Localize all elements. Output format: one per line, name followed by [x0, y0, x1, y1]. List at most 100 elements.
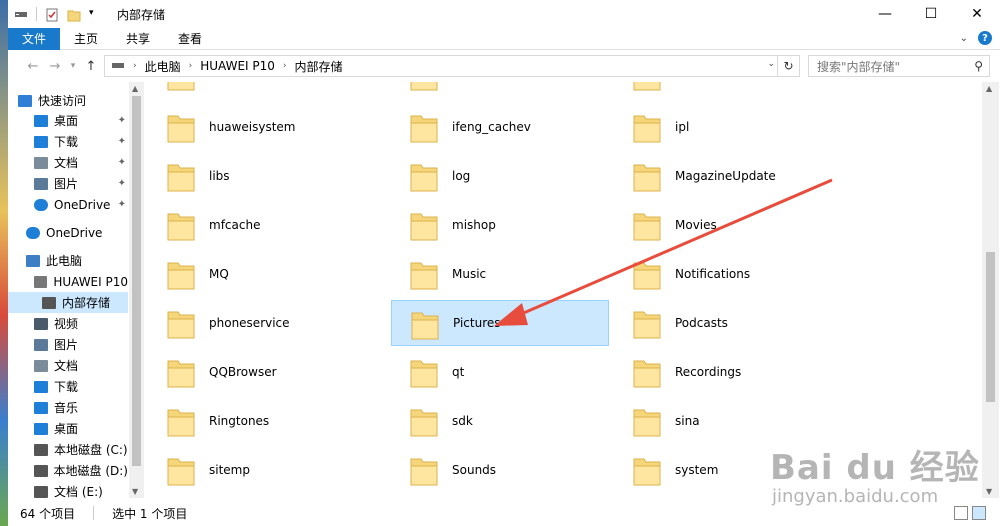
expand-ribbon-icon[interactable]: ⌄	[960, 33, 968, 44]
toolbar-separator	[36, 7, 37, 21]
sidebar-item[interactable]: 桌面	[8, 418, 128, 439]
folder-item[interactable]: mishop	[391, 202, 609, 248]
folder-item[interactable]: ipl	[614, 104, 832, 150]
folder-item[interactable]: sdk	[391, 398, 609, 444]
tab-view[interactable]: 查看	[164, 28, 216, 50]
content-scrollbar-thumb[interactable]	[986, 252, 995, 402]
folder-item[interactable]: MagazineUpdate	[614, 153, 832, 199]
sidebar-item-label: 文档	[54, 359, 79, 373]
customize-toolbar-icon[interactable]: ▾	[89, 8, 103, 20]
scroll-up-icon[interactable]: ▲	[132, 84, 138, 93]
folder-icon	[167, 311, 195, 339]
folder-item[interactable]: Recordings	[614, 349, 832, 395]
sidebar-item-label: 文档 (E:)	[54, 485, 103, 498]
folder-item[interactable]: ifeng_cachev	[391, 104, 609, 150]
minimize-button[interactable]: —	[862, 0, 908, 28]
folder-item[interactable]: qt	[391, 349, 609, 395]
folder-item[interactable]: Ringtones	[148, 398, 366, 444]
tab-share[interactable]: 共享	[112, 28, 164, 50]
picture-icon	[34, 338, 48, 351]
forward-arrow-icon[interactable]: →	[44, 59, 66, 74]
drive-icon	[34, 464, 48, 477]
nav-scrollbar[interactable]: ▲ ▼	[129, 82, 144, 498]
content-scrollbar[interactable]: ▲ ▼	[982, 82, 999, 498]
folder-item[interactable]: sitemp	[148, 447, 366, 493]
folder-item[interactable]: huaweisystem	[148, 104, 366, 150]
recent-locations-icon[interactable]: ▾	[66, 61, 80, 71]
chevron-right-icon[interactable]: ›	[283, 61, 287, 71]
sidebar-item-label: 图片	[54, 338, 79, 352]
sidebar-item-label: OneDrive	[46, 225, 103, 240]
close-button[interactable]: ✕	[954, 0, 1000, 28]
sidebar-item[interactable]: 图片 ✦	[8, 173, 128, 194]
properties-icon[interactable]	[45, 8, 59, 22]
sidebar-item[interactable]: HUAWEI P10	[8, 271, 128, 292]
sidebar-item[interactable]: 本地磁盘 (C:)	[8, 439, 128, 460]
sidebar-item-label: 下载	[54, 380, 79, 394]
help-icon[interactable]: ?	[978, 31, 992, 45]
folder-item[interactable]: MQ	[148, 251, 366, 297]
folder-item[interactable]: Airlevia	[391, 82, 609, 98]
sidebar-item[interactable]: 图片	[8, 334, 128, 355]
nav-scrollbar-thumb[interactable]	[132, 96, 141, 466]
sidebar-item[interactable]: 桌面 ✦	[8, 110, 128, 131]
breadcrumb-huawei-p10[interactable]: HUAWEI P10	[200, 59, 275, 73]
folder-item[interactable]: phoneservice	[148, 300, 366, 346]
folder-item[interactable]: Huawei	[614, 82, 832, 98]
sidebar-item[interactable]: 文档	[8, 355, 128, 376]
folder-item[interactable]: QQBrowser	[148, 349, 366, 395]
drive-icon	[42, 296, 56, 309]
folder-item[interactable]: log	[391, 153, 609, 199]
tab-file[interactable]: 文件	[8, 27, 61, 50]
sidebar-item[interactable]: OneDrive	[8, 222, 128, 243]
chevron-down-icon[interactable]: ⌄	[767, 59, 775, 69]
sidebar-item-label: 本地磁盘 (C:)	[54, 443, 128, 457]
chevron-right-icon[interactable]: ›	[189, 61, 193, 71]
navigation-bar: ← → ▾ ↑ › 此电脑 › HUAWEI P10 › 内部存储 ⌄ ↻ 搜索…	[8, 52, 1000, 80]
scroll-down-icon[interactable]: ▼	[132, 487, 138, 496]
refresh-icon[interactable]: ↻	[777, 55, 799, 77]
folder-label: system	[675, 463, 719, 477]
address-bar[interactable]: › 此电脑 › HUAWEI P10 › 内部存储 ⌄ ↻	[104, 55, 800, 77]
folder-item[interactable]: libs	[148, 153, 366, 199]
sidebar-item[interactable]: 本地磁盘 (D:)	[8, 460, 128, 481]
folder-item[interactable]: sina	[614, 398, 832, 444]
sidebar-item[interactable]: 内部存储	[8, 292, 128, 313]
scroll-up-icon[interactable]: ▲	[986, 84, 992, 93]
folder-item[interactable]: Notifications	[614, 251, 832, 297]
search-icon[interactable]: ⚲	[974, 59, 983, 73]
pin-icon: ✦	[117, 115, 126, 126]
drive-icon[interactable]	[14, 8, 28, 20]
folder-icon	[633, 360, 661, 388]
folder-item-selected[interactable]: Pictures	[391, 300, 609, 346]
sidebar-item[interactable]: 文档 ✦	[8, 152, 128, 173]
folder-item[interactable]: mfcache	[148, 202, 366, 248]
sidebar-item[interactable]: 快速访问	[8, 90, 128, 111]
search-input[interactable]: 搜索"内部存储" ⚲	[808, 55, 990, 77]
sidebar-item[interactable]: 音乐	[8, 397, 128, 418]
breadcrumb-this-pc[interactable]: 此电脑	[145, 58, 181, 75]
drive-icon	[111, 59, 125, 73]
tab-home[interactable]: 主页	[60, 28, 112, 50]
search-placeholder: 搜索"内部存储"	[817, 59, 901, 74]
sidebar-item-label: OneDrive	[54, 197, 111, 212]
sidebar-item[interactable]: 下载	[8, 376, 128, 397]
folder-icon	[410, 164, 438, 192]
maximize-button[interactable]: ☐	[908, 0, 954, 28]
sidebar-item[interactable]: 下载 ✦	[8, 131, 128, 152]
up-arrow-icon[interactable]: ↑	[80, 59, 102, 74]
folder-item[interactable]: Podcasts	[614, 300, 832, 346]
chevron-right-icon[interactable]: ›	[133, 61, 137, 71]
folder-item[interactable]: Sounds	[391, 447, 609, 493]
folder-item[interactable]: Music	[391, 251, 609, 297]
breadcrumb-internal-storage[interactable]: 内部存储	[295, 58, 343, 75]
sidebar-item[interactable]: 文档 (E:)	[8, 481, 128, 498]
sidebar-item[interactable]: 此电脑	[8, 250, 128, 271]
sidebar-item[interactable]: OneDrive ✦	[8, 194, 128, 215]
folder-icon	[633, 409, 661, 437]
sidebar-item[interactable]: 视频	[8, 313, 128, 334]
back-arrow-icon[interactable]: ←	[22, 59, 44, 74]
folder-item[interactable]: Movies	[614, 202, 832, 248]
folder-item[interactable]: bdp_download	[148, 82, 366, 98]
new-folder-icon[interactable]	[67, 8, 81, 22]
